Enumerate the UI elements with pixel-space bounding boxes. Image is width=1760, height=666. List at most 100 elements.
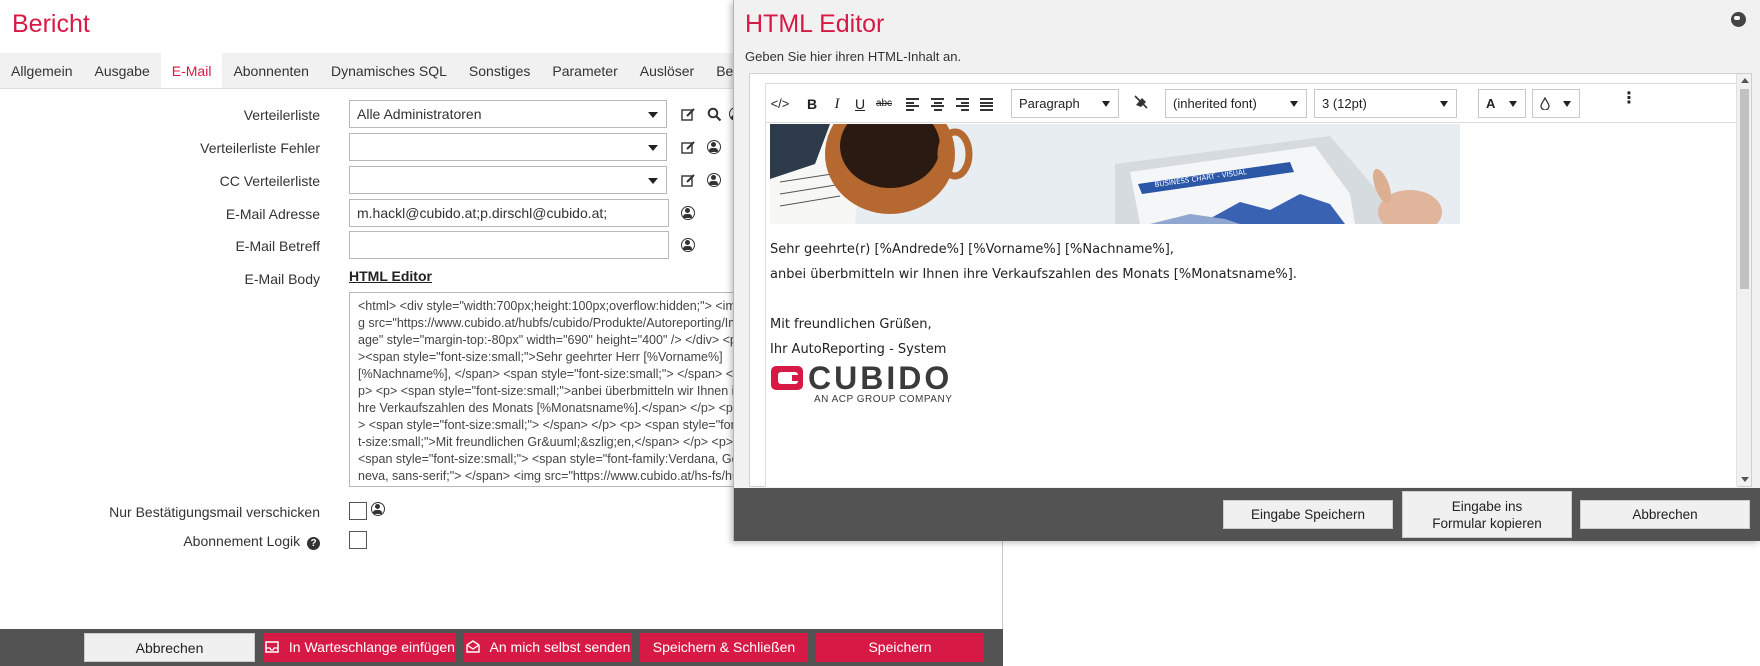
text-color-icon: A	[1486, 96, 1496, 111]
editor-content[interactable]: BUSINESS CHART - VISUAL Sehr geehrte(r) …	[765, 123, 1738, 487]
tab-ausgabe[interactable]: Ausgabe	[83, 53, 160, 88]
text-color-select[interactable]: A	[1478, 89, 1526, 118]
bold-icon[interactable]: B	[804, 94, 820, 114]
nur-bestaetigung-label: Nur Bestätigungsmail verschicken	[109, 504, 320, 520]
abonnement-logik-checkbox[interactable]	[349, 531, 367, 549]
chevron-down-icon	[1102, 101, 1110, 107]
cc-verteilerliste-select[interactable]	[349, 166, 667, 194]
italic-icon[interactable]: I	[829, 94, 845, 114]
logo-tagline: AN ACP GROUP COMPANY	[814, 394, 953, 405]
verteilerliste-select[interactable]: Alle Administratoren	[349, 100, 667, 128]
dialog-title: HTML Editor	[745, 10, 885, 38]
content-line-signature: Ihr AutoReporting - System	[770, 342, 947, 357]
font-family-select[interactable]: (inherited font)	[1165, 89, 1307, 118]
eingabe-kopieren-button[interactable]: Eingabe ins Formular kopieren	[1402, 491, 1572, 538]
font-family-value: (inherited font)	[1173, 96, 1257, 111]
chevron-down-icon	[1563, 101, 1571, 107]
background-color-select[interactable]	[1532, 89, 1580, 118]
page-title: Bericht	[12, 10, 90, 38]
tab-dynamisches-sql[interactable]: Dynamisches SQL	[320, 53, 458, 88]
help-icon[interactable]: ?	[307, 537, 320, 550]
person-icon[interactable]	[706, 172, 722, 188]
align-center-icon[interactable]	[931, 98, 944, 111]
chevron-down-icon	[1290, 101, 1298, 107]
content-line-closing: Mit freundlichen Grüßen,	[770, 317, 932, 332]
cc-verteilerliste-label: CC Verteilerliste	[219, 173, 320, 189]
email-body-code-textarea[interactable]: <html> <div style="width:700px;height:10…	[349, 292, 749, 487]
abbrechen-button[interactable]: Abbrechen	[84, 633, 255, 662]
clear-format-icon[interactable]	[1131, 94, 1151, 114]
editor-frame: </> B I U abc Paragraph (inherited font)…	[749, 73, 1752, 487]
tab-sonstiges[interactable]: Sonstiges	[458, 53, 541, 88]
person-icon[interactable]	[706, 139, 722, 155]
search-icon[interactable]	[706, 106, 722, 122]
editor-scrollbar[interactable]	[1736, 74, 1751, 486]
tab-email[interactable]: E-Mail	[160, 53, 223, 88]
tab-ausloeser[interactable]: Auslöser	[629, 53, 705, 88]
verteilerliste-value: Alle Administratoren	[357, 106, 482, 122]
editor-toolbar: </> B I U abc Paragraph (inherited font)…	[765, 83, 1738, 123]
content-line-salutation: Sehr geehrte(r) [%Andrede%] [%Vorname%] …	[770, 242, 1174, 257]
banner-image: BUSINESS CHART - VISUAL	[770, 124, 1460, 224]
verteilerliste-fehler-label: Verteilerliste Fehler	[200, 140, 320, 156]
an-mich-senden-button[interactable]: An mich selbst senden	[464, 633, 632, 662]
align-right-icon[interactable]	[956, 98, 969, 111]
align-justify-icon[interactable]	[980, 98, 993, 111]
underline-icon[interactable]: U	[852, 94, 868, 114]
abonnement-logik-label: Abonnement Logik ?	[183, 533, 320, 550]
more-options-icon[interactable]: ⋮	[1621, 91, 1637, 114]
html-editor-dialog: HTML Editor Geben Sie hier ihren HTML-In…	[733, 0, 1760, 541]
chevron-down-icon	[1440, 101, 1448, 107]
person-icon[interactable]	[680, 205, 696, 221]
speichern-schliessen-button[interactable]: Speichern & Schließen	[640, 633, 808, 662]
nur-bestaetigung-checkbox[interactable]	[349, 502, 367, 520]
font-size-select[interactable]: 3 (12pt)	[1314, 89, 1457, 118]
globe-icon[interactable]	[1731, 12, 1746, 27]
strikethrough-icon[interactable]: abc	[874, 94, 894, 114]
scroll-down-icon[interactable]	[1741, 477, 1749, 482]
dialog-action-bar: Eingabe Speichern Eingabe ins Formular k…	[734, 488, 1760, 541]
chevron-down-icon	[648, 178, 658, 184]
dialog-abbrechen-button[interactable]: Abbrechen	[1580, 500, 1750, 529]
scrollbar-thumb[interactable]	[1740, 89, 1749, 289]
block-format-value: Paragraph	[1019, 96, 1080, 111]
email-betreff-label: E-Mail Betreff	[235, 238, 320, 254]
edit-icon[interactable]	[680, 106, 696, 122]
droplet-icon	[1540, 96, 1550, 111]
font-size-value: 3 (12pt)	[1322, 96, 1367, 111]
logo-wordmark: CUBIDO	[808, 360, 953, 396]
email-adresse-label: E-Mail Adresse	[225, 206, 320, 222]
form-action-bar: Abbrechen In Warteschlange einfügen An m…	[0, 629, 1003, 666]
edit-icon[interactable]	[680, 172, 696, 188]
source-code-icon[interactable]: </>	[770, 94, 790, 114]
email-adresse-input[interactable]: m.hackl@cubido.at;p.dirschl@cubido.at;	[349, 199, 669, 227]
align-left-icon[interactable]	[906, 98, 919, 111]
chevron-down-icon	[648, 145, 658, 151]
email-betreff-input[interactable]	[349, 231, 669, 259]
scroll-up-icon[interactable]	[1741, 78, 1749, 83]
verteilerliste-label: Verteilerliste	[243, 107, 320, 123]
block-format-select[interactable]: Paragraph	[1011, 89, 1119, 118]
an-mich-senden-label: An mich selbst senden	[489, 639, 631, 655]
html-editor-link[interactable]: HTML Editor	[349, 268, 432, 284]
person-icon[interactable]	[370, 501, 386, 517]
content-line-body: anbei überbmitteln wir Ihnen ihre Verkau…	[770, 267, 1297, 282]
inbox-icon	[265, 639, 283, 655]
edit-icon[interactable]	[680, 139, 696, 155]
speichern-button[interactable]: Speichern	[816, 633, 984, 662]
envelope-open-icon	[465, 639, 484, 655]
dialog-subtitle: Geben Sie hier ihren HTML-Inhalt an.	[745, 49, 962, 64]
chevron-down-icon	[1509, 101, 1517, 107]
warteschlange-label: In Warteschlange einfügen	[288, 639, 455, 655]
person-icon[interactable]	[680, 237, 696, 253]
abonnement-logik-text: Abonnement Logik	[183, 533, 301, 549]
verteilerliste-fehler-select[interactable]	[349, 133, 667, 161]
tab-allgemein[interactable]: Allgemein	[0, 53, 83, 88]
tab-parameter[interactable]: Parameter	[541, 53, 628, 88]
cubido-logo: CUBIDO AN ACP GROUP COMPANY	[770, 360, 955, 408]
email-body-label: E-Mail Body	[244, 271, 320, 287]
tab-abonnenten[interactable]: Abonnenten	[222, 53, 320, 88]
eingabe-speichern-button[interactable]: Eingabe Speichern	[1223, 500, 1393, 529]
warteschlange-button[interactable]: In Warteschlange einfügen	[264, 633, 456, 662]
chevron-down-icon	[648, 112, 658, 118]
